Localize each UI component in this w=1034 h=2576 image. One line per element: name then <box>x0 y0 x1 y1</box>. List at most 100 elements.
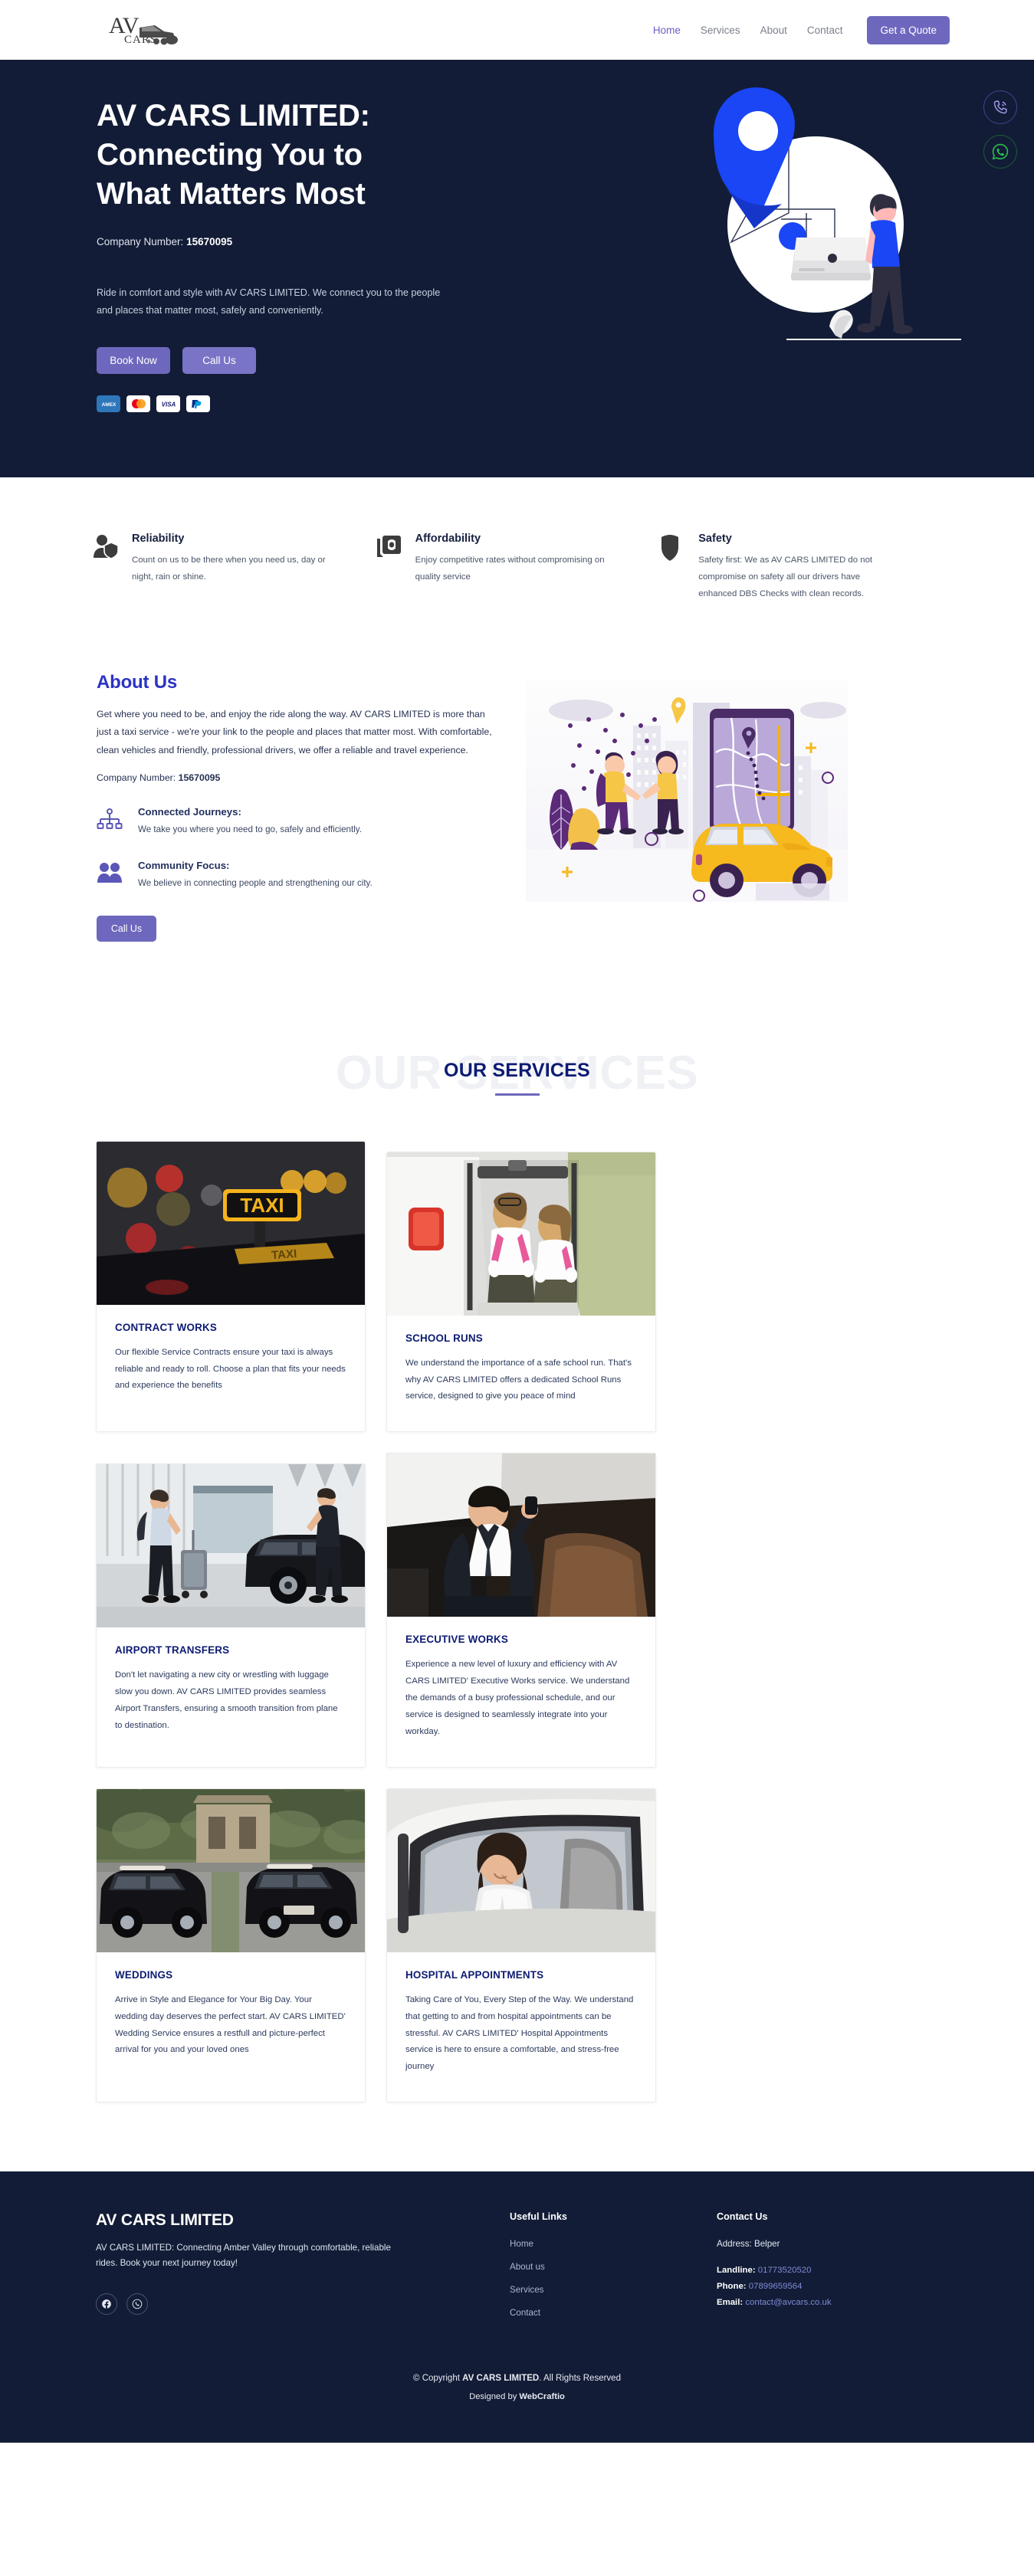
footer-address: Address: Belper <box>717 2239 780 2250</box>
floating-whatsapp-button[interactable] <box>983 135 1017 169</box>
nav-item-services[interactable]: Services <box>701 25 740 36</box>
book-now-button[interactable]: Book Now <box>97 347 170 375</box>
svg-text:VISA: VISA <box>161 401 176 408</box>
nav-item-contact[interactable]: Contact <box>807 25 843 36</box>
floating-contact-buttons <box>983 90 1017 169</box>
feature-title: Safety <box>698 533 732 545</box>
services-title: OUR SERVICES <box>444 1059 590 1081</box>
amex-icon: AMEX <box>97 395 120 413</box>
service-card-title: HOSPITAL APPOINTMENTS <box>405 1968 544 1981</box>
footer-contact-heading: Contact Us <box>717 2211 768 2223</box>
about-content: About Us Get where you need to be, and e… <box>97 672 495 942</box>
payment-methods: AMEX VISA <box>97 395 572 413</box>
hero-company-label: Company Number: <box>97 235 184 247</box>
about-company-number: Company Number: 15670095 <box>97 772 495 783</box>
feature-text: Enjoy competitive rates without compromi… <box>415 556 605 582</box>
about-point-title: Community Focus: <box>138 860 230 872</box>
footer-link-services[interactable]: Services <box>510 2285 701 2295</box>
feature-safety: Safety Safety first: We as AV CARS LIMIT… <box>658 533 942 603</box>
about-call-us-button[interactable]: Call Us <box>97 915 156 942</box>
service-card-title: AIRPORT TRANSFERS <box>115 1644 230 1657</box>
service-card-title: EXECUTIVE WORKS <box>405 1634 508 1646</box>
footer-brand-text: AV CARS LIMITED: Connecting Amber Valley… <box>96 2243 391 2269</box>
shield-icon <box>658 533 688 603</box>
hero-company-value: 15670095 <box>186 235 233 247</box>
footer-brand-column: AV CARS LIMITED AV CARS LIMITED: Connect… <box>96 2211 425 2331</box>
hero-buttons: Book Now Call Us <box>97 347 572 375</box>
about-point-text: We believe in connecting people and stre… <box>138 878 373 889</box>
footer-landline-value[interactable]: 01773520520 <box>758 2266 812 2275</box>
features-section: Reliability Count on us to be there when… <box>0 477 1034 657</box>
site-footer: AV CARS LIMITED AV CARS LIMITED: Connect… <box>0 2171 1034 2443</box>
floating-phone-button[interactable] <box>983 90 1017 124</box>
hero-content: AV CARS LIMITED: Connecting You to What … <box>97 60 572 477</box>
service-card-text: Don't let navigating a new city or wrest… <box>115 1670 338 1730</box>
facebook-link[interactable] <box>96 2293 117 2315</box>
nav-item-home[interactable]: Home <box>653 25 681 36</box>
designed-brand[interactable]: WebCraftio <box>519 2392 564 2401</box>
copyright-prefix: © Copyright <box>413 2374 463 2384</box>
footer-link-contact[interactable]: Contact <box>510 2308 701 2318</box>
user-shield-icon <box>92 533 121 603</box>
service-card-text: We understand the importance of a safe s… <box>405 1358 632 1401</box>
service-card-hospital-appointments[interactable]: HOSPITAL APPOINTMENTS Taking Care of You… <box>386 1788 656 2103</box>
whatsapp-icon <box>132 2299 143 2309</box>
footer-landline[interactable]: Landline: 01773520520 <box>717 2266 938 2275</box>
feature-affordability: Affordability Enjoy competitive rates wi… <box>376 533 659 603</box>
footer-social-links <box>96 2293 425 2315</box>
about-section: About Us Get where you need to be, and e… <box>0 657 1034 995</box>
service-card-school-runs[interactable]: SCHOOL RUNS We understand the importance… <box>386 1151 656 1433</box>
taxi-sign-photo: TAXI TAXI <box>97 1141 365 1305</box>
footer-links-column: Useful Links Home About us Services Cont… <box>425 2211 701 2331</box>
airport-transfer-photo <box>97 1464 365 1628</box>
get-a-quote-button[interactable]: Get a Quote <box>867 15 950 44</box>
copyright-brand: AV CARS LIMITED <box>462 2374 540 2384</box>
facebook-icon <box>102 2299 111 2309</box>
nav-item-about[interactable]: About <box>760 25 787 36</box>
hospital-passenger-photo <box>387 1788 655 1952</box>
users-icon <box>97 860 127 891</box>
money-icon <box>376 533 405 603</box>
service-card-title: SCHOOL RUNS <box>405 1332 483 1344</box>
footer-link-home[interactable]: Home <box>510 2239 701 2249</box>
hero-description: Ride in comfort and style with AV CARS L… <box>97 287 441 316</box>
about-point-title: Connected Journeys: <box>138 805 241 818</box>
svg-text:AMEX: AMEX <box>101 402 116 408</box>
svg-text:TAXI: TAXI <box>271 1247 297 1262</box>
page-root: AV CARS Home Services About Contact Get … <box>0 0 1034 2443</box>
service-card-contract-works[interactable]: TAXI TAXI CONTRACT WORKS Our flexible Se… <box>96 1140 366 1433</box>
footer-link-about-us[interactable]: About us <box>510 2262 701 2272</box>
about-point-community-focus: Community Focus: We believe in connectin… <box>97 860 495 891</box>
about-point-connected-journeys: Connected Journeys: We take you where yo… <box>97 806 495 837</box>
hero-title-line-2: Connecting You to <box>97 138 363 172</box>
footer-phone[interactable]: Phone: 07899659564 <box>717 2282 938 2291</box>
footer-brand-title: AV CARS LIMITED <box>96 2211 234 2230</box>
footer-designed-by: Designed by WebCraftio <box>96 2392 938 2443</box>
footer-email-value[interactable]: contact@avcars.co.uk <box>745 2298 831 2307</box>
services-section: OUR SERVICES OUR SERVICES TAXI TAXI CONT… <box>0 995 1034 2172</box>
site-header: AV CARS Home Services About Contact Get … <box>0 0 1034 60</box>
service-card-text: Our flexible Service Contracts ensure yo… <box>115 1347 346 1391</box>
call-us-button[interactable]: Call Us <box>182 347 256 375</box>
about-paragraph: Get where you need to be, and enjoy the … <box>97 708 492 755</box>
service-card-text: Arrive in Style and Elegance for Your Bi… <box>115 1994 346 2055</box>
service-card-executive-works[interactable]: EXECUTIVE WORKS Experience a new level o… <box>386 1453 656 1768</box>
hero-title: AV CARS LIMITED: Connecting You to What … <box>97 97 572 215</box>
footer-phone-value[interactable]: 07899659564 <box>749 2282 803 2291</box>
wedding-cars-photo <box>97 1788 365 1952</box>
about-company-value: 15670095 <box>178 772 221 783</box>
about-title: About Us <box>97 671 178 693</box>
about-point-text: We take you where you need to go, safely… <box>138 824 362 834</box>
whatsapp-link[interactable] <box>126 2293 148 2315</box>
feature-text: Safety first: We as AV CARS LIMITED do n… <box>698 556 873 599</box>
service-card-text: Taking Care of You, Every Step of the Wa… <box>405 1994 634 2072</box>
hero-illustration <box>632 75 961 405</box>
footer-contact-column: Contact Us Address: Belper Landline: 017… <box>701 2211 938 2331</box>
service-card-weddings[interactable]: WEDDINGS Arrive in Style and Elegance fo… <box>96 1788 366 2103</box>
mastercard-icon <box>126 395 150 413</box>
paypal-icon <box>186 395 210 413</box>
hero-section: AV CARS LIMITED: Connecting You to What … <box>0 60 1034 477</box>
site-logo[interactable]: AV CARS <box>107 12 192 48</box>
service-card-airport-transfers[interactable]: AIRPORT TRANSFERS Don't let navigating a… <box>96 1463 366 1768</box>
footer-email[interactable]: Email: contact@avcars.co.uk <box>717 2298 938 2307</box>
